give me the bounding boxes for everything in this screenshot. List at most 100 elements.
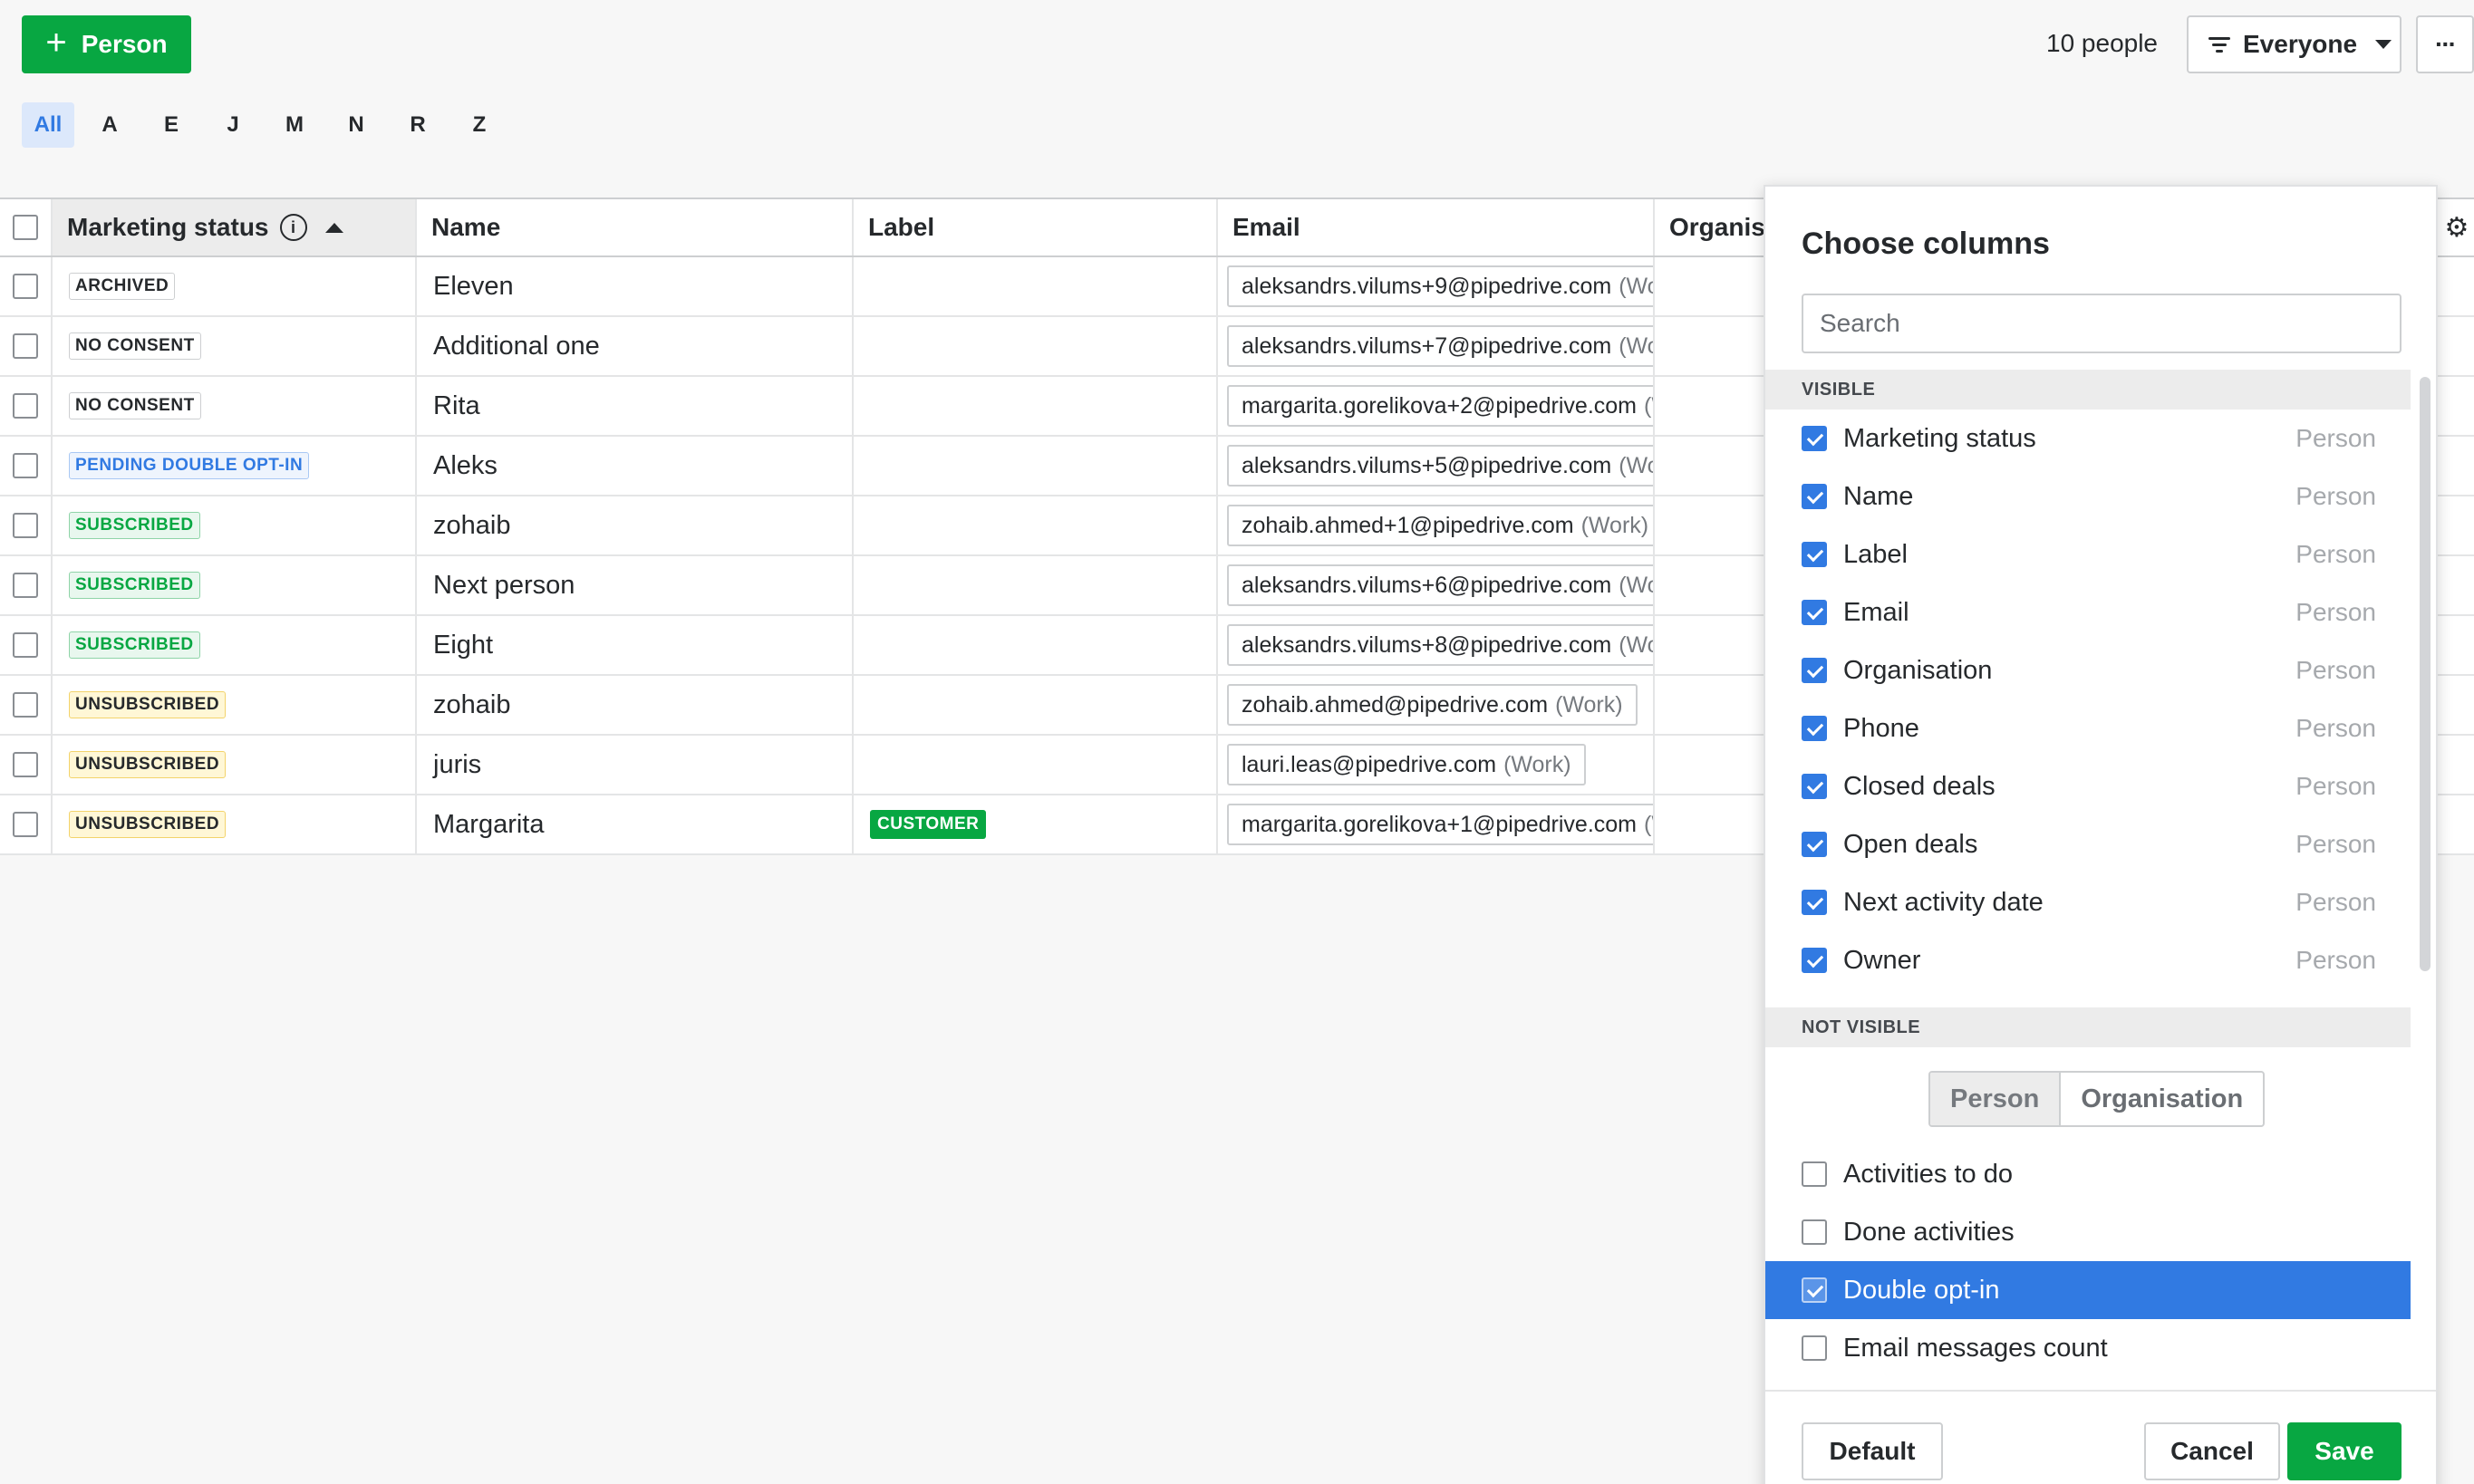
email-type: (Wor [1619, 452, 1653, 478]
column-checkbox[interactable] [1802, 1161, 1827, 1187]
label-cell [854, 377, 1218, 435]
column-option[interactable]: Next activity date Person [1765, 873, 2411, 931]
column-checkbox[interactable] [1802, 542, 1827, 567]
column-option[interactable]: Organisation Person [1765, 641, 2411, 699]
segment-person[interactable]: Person [1930, 1073, 2062, 1125]
alpha-j[interactable]: J [207, 102, 259, 148]
column-option[interactable]: Email messages count [1765, 1319, 2411, 1377]
alpha-m[interactable]: M [268, 102, 321, 148]
column-option[interactable]: Double opt-in [1765, 1261, 2411, 1319]
cancel-button[interactable]: Cancel [2144, 1422, 2280, 1480]
marketing-status-cell: NO CONSENT [53, 377, 417, 435]
email-type: (Work) [1555, 691, 1623, 718]
row-select-cell [0, 736, 53, 794]
alpha-z[interactable]: Z [453, 102, 506, 148]
name-cell[interactable]: juris [417, 736, 854, 794]
column-checkbox[interactable] [1802, 774, 1827, 799]
header-email[interactable]: Email [1218, 199, 1655, 255]
email-value[interactable]: aleksandrs.vilums+5@pipedrive.com (Wor [1227, 445, 1653, 487]
column-checkbox[interactable] [1802, 426, 1827, 451]
column-checkbox[interactable] [1802, 1335, 1827, 1361]
default-button[interactable]: Default [1802, 1422, 1943, 1480]
name-cell[interactable]: Additional one [417, 317, 854, 375]
name-cell[interactable]: Next person [417, 556, 854, 614]
column-checkbox[interactable] [1802, 890, 1827, 915]
row-checkbox[interactable] [13, 333, 38, 359]
email-value[interactable]: zohaib.ahmed+1@pipedrive.com (Work) [1227, 505, 1653, 546]
column-option[interactable]: Open deals Person [1765, 815, 2411, 873]
column-option[interactable]: Name Person [1765, 467, 2411, 525]
email-value[interactable]: margarita.gorelikova+1@pipedrive.com (W [1227, 804, 1653, 845]
column-checkbox[interactable] [1802, 716, 1827, 741]
column-checkbox[interactable] [1802, 1219, 1827, 1245]
column-checkbox[interactable] [1802, 832, 1827, 857]
email-type: (Wor [1619, 332, 1653, 359]
email-cell: aleksandrs.vilums+7@pipedrive.com (Wor [1218, 317, 1655, 375]
name-cell[interactable]: Aleks [417, 437, 854, 495]
email-value[interactable]: aleksandrs.vilums+8@pipedrive.com (Wor [1227, 624, 1653, 666]
name-cell[interactable]: Eight [417, 616, 854, 674]
status-badge: SUBSCRIBED [69, 572, 200, 599]
label-cell [854, 676, 1218, 734]
email-value[interactable]: aleksandrs.vilums+9@pipedrive.com (Wor [1227, 265, 1653, 307]
row-checkbox[interactable] [13, 453, 38, 478]
row-checkbox[interactable] [13, 393, 38, 419]
column-checkbox[interactable] [1802, 1277, 1827, 1303]
header-marketing-status[interactable]: Marketing status i [53, 199, 417, 255]
alpha-a[interactable]: A [83, 102, 136, 148]
alpha-n[interactable]: N [330, 102, 382, 148]
add-person-button[interactable]: + Person [22, 15, 191, 73]
name-cell[interactable]: Margarita [417, 795, 854, 853]
header-name[interactable]: Name [417, 199, 854, 255]
email-value[interactable]: aleksandrs.vilums+7@pipedrive.com (Wor [1227, 325, 1653, 367]
column-option[interactable]: Closed deals Person [1765, 757, 2411, 815]
column-option-source: Person [2295, 482, 2376, 510]
info-icon[interactable]: i [279, 214, 307, 241]
name-cell[interactable]: zohaib [417, 676, 854, 734]
name-cell[interactable]: Eleven [417, 257, 854, 315]
email-value[interactable]: zohaib.ahmed@pipedrive.com (Work) [1227, 684, 1638, 726]
column-checkbox[interactable] [1802, 658, 1827, 683]
column-checkbox[interactable] [1802, 948, 1827, 973]
alpha-r[interactable]: R [391, 102, 444, 148]
row-checkbox[interactable] [13, 573, 38, 598]
email-type: (W [1644, 392, 1653, 419]
email-value[interactable]: margarita.gorelikova+2@pipedrive.com (W [1227, 385, 1653, 427]
row-select-cell [0, 496, 53, 554]
column-search-input[interactable] [1802, 294, 2402, 353]
label-cell [854, 616, 1218, 674]
column-option[interactable]: Marketing status Person [1765, 410, 2411, 467]
column-option[interactable]: Activities to do [1765, 1145, 2411, 1203]
column-option[interactable]: Label Person [1765, 525, 2411, 583]
email-value[interactable]: lauri.leas@pipedrive.com (Work) [1227, 744, 1586, 785]
segment-organisation[interactable]: Organisation [2061, 1073, 2263, 1125]
row-checkbox[interactable] [13, 513, 38, 538]
status-badge: UNSUBSCRIBED [69, 691, 227, 718]
email-value[interactable]: aleksandrs.vilums+6@pipedrive.com (Wor [1227, 564, 1653, 606]
row-checkbox[interactable] [13, 812, 38, 837]
header-label[interactable]: Label [854, 199, 1218, 255]
email-type: (Wor [1619, 273, 1653, 299]
name-cell[interactable]: zohaib [417, 496, 854, 554]
email-cell: zohaib.ahmed@pipedrive.com (Work) [1218, 676, 1655, 734]
alpha-e[interactable]: E [145, 102, 198, 148]
alpha-all[interactable]: All [22, 102, 74, 148]
panel-scrollbar[interactable] [2420, 377, 2431, 971]
row-checkbox[interactable] [13, 692, 38, 718]
more-options-button[interactable]: ··· [2416, 15, 2474, 73]
column-checkbox[interactable] [1802, 484, 1827, 509]
column-option[interactable]: Done activities [1765, 1203, 2411, 1261]
column-checkbox[interactable] [1802, 600, 1827, 625]
row-checkbox[interactable] [13, 632, 38, 658]
save-button[interactable]: Save [2287, 1422, 2402, 1480]
name-cell[interactable]: Rita [417, 377, 854, 435]
select-all-checkbox[interactable] [13, 215, 38, 240]
column-option[interactable]: Phone Person [1765, 699, 2411, 757]
email-cell: aleksandrs.vilums+5@pipedrive.com (Wor [1218, 437, 1655, 495]
gear-icon[interactable]: ⚙ [2440, 199, 2474, 255]
row-checkbox[interactable] [13, 752, 38, 777]
filter-dropdown[interactable]: Everyone [2187, 15, 2402, 73]
row-checkbox[interactable] [13, 274, 38, 299]
column-option[interactable]: Email Person [1765, 583, 2411, 641]
column-option[interactable]: Owner Person [1765, 931, 2411, 989]
